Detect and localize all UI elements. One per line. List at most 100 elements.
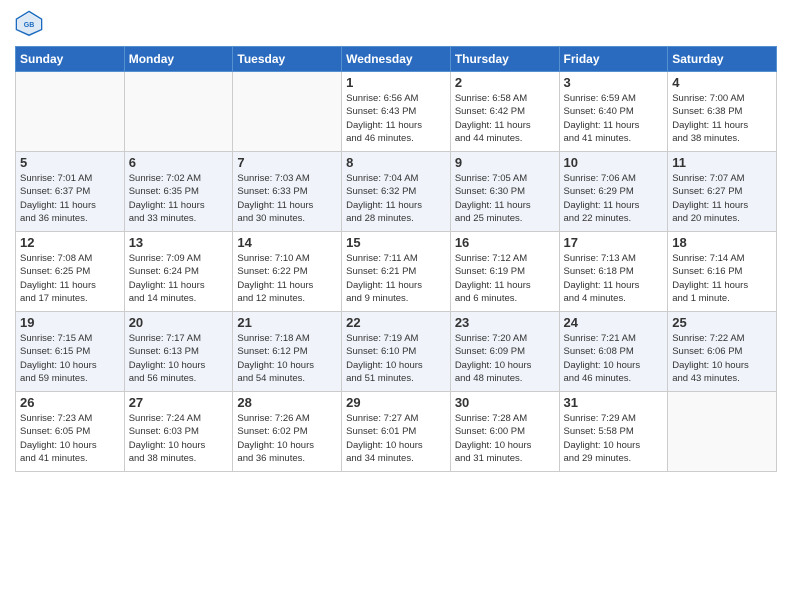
day-number: 21 <box>237 315 337 330</box>
weekday-header: Saturday <box>668 47 777 72</box>
day-number: 7 <box>237 155 337 170</box>
calendar-cell: 9Sunrise: 7:05 AM Sunset: 6:30 PM Daylig… <box>450 152 559 232</box>
day-info: Sunrise: 7:27 AM Sunset: 6:01 PM Dayligh… <box>346 412 446 465</box>
calendar-cell: 12 Sunrise: 7:08 AM Sunset: 6:25 PM Dayli… <box>16 232 125 312</box>
day-number: 18 <box>672 235 772 250</box>
calendar-cell: 29 Sunrise: 7:27 AM Sunset: 6:01 PM Dayli… <box>342 392 451 472</box>
day-info: Sunrise: 7:20 AM Sunset: 6:09 PM Dayligh… <box>455 332 555 385</box>
calendar-cell: 21 Sunrise: 7:18 AM Sunset: 6:12 PM Dayli… <box>233 312 342 392</box>
day-number: 19 <box>20 315 120 330</box>
weekday-header: Wednesday <box>342 47 451 72</box>
day-info: Sunrise: 7:03 AM Sunset: 6:33 PM Dayligh… <box>237 172 337 225</box>
calendar-cell: 8 Sunrise: 7:04 AM Sunset: 6:32 PM Daylig… <box>342 152 451 232</box>
calendar-cell: 22Sunrise: 7:19 AM Sunset: 6:10 PM Dayli… <box>342 312 451 392</box>
calendar-cell: 10Sunrise: 7:06 AM Sunset: 6:29 PM Dayli… <box>559 152 668 232</box>
day-number: 29 <box>346 395 446 410</box>
calendar-cell: 28 Sunrise: 7:26 AM Sunset: 6:02 PM Dayli… <box>233 392 342 472</box>
day-info: Sunrise: 7:11 AM Sunset: 6:21 PM Dayligh… <box>346 252 446 305</box>
calendar-cell: 31 Sunrise: 7:29 AM Sunset: 5:58 PM Dayli… <box>559 392 668 472</box>
calendar-cell: 20 Sunrise: 7:17 AM Sunset: 6:13 PM Dayli… <box>124 312 233 392</box>
calendar-table: SundayMondayTuesdayWednesdayThursdayFrid… <box>15 46 777 472</box>
day-info: Sunrise: 7:01 AM Sunset: 6:37 PM Dayligh… <box>20 172 120 225</box>
calendar-cell: 16 Sunrise: 7:12 AM Sunset: 6:19 PM Dayli… <box>450 232 559 312</box>
day-number: 15 <box>346 235 446 250</box>
day-info: Sunrise: 7:09 AM Sunset: 6:24 PM Dayligh… <box>129 252 229 305</box>
day-number: 6 <box>129 155 229 170</box>
weekday-header-row: SundayMondayTuesdayWednesdayThursdayFrid… <box>16 47 777 72</box>
calendar-cell <box>124 72 233 152</box>
calendar-cell: 14Sunrise: 7:10 AM Sunset: 6:22 PM Dayli… <box>233 232 342 312</box>
calendar-cell: 1 Sunrise: 6:56 AM Sunset: 6:43 PM Daylig… <box>342 72 451 152</box>
day-info: Sunrise: 7:23 AM Sunset: 6:05 PM Dayligh… <box>20 412 120 465</box>
day-info: Sunrise: 6:56 AM Sunset: 6:43 PM Dayligh… <box>346 92 446 145</box>
day-number: 5 <box>20 155 120 170</box>
calendar-cell: 30 Sunrise: 7:28 AM Sunset: 6:00 PM Dayli… <box>450 392 559 472</box>
day-info: Sunrise: 6:59 AM Sunset: 6:40 PM Dayligh… <box>564 92 664 145</box>
day-info: Sunrise: 7:24 AM Sunset: 6:03 PM Dayligh… <box>129 412 229 465</box>
calendar-cell: 4Sunrise: 7:00 AM Sunset: 6:38 PM Daylig… <box>668 72 777 152</box>
day-number: 17 <box>564 235 664 250</box>
day-info: Sunrise: 7:26 AM Sunset: 6:02 PM Dayligh… <box>237 412 337 465</box>
day-info: Sunrise: 7:22 AM Sunset: 6:06 PM Dayligh… <box>672 332 772 385</box>
calendar-cell: 2 Sunrise: 6:58 AM Sunset: 6:42 PM Daylig… <box>450 72 559 152</box>
day-info: Sunrise: 6:58 AM Sunset: 6:42 PM Dayligh… <box>455 92 555 145</box>
day-number: 3 <box>564 75 664 90</box>
day-number: 28 <box>237 395 337 410</box>
day-info: Sunrise: 7:14 AM Sunset: 6:16 PM Dayligh… <box>672 252 772 305</box>
day-info: Sunrise: 7:04 AM Sunset: 6:32 PM Dayligh… <box>346 172 446 225</box>
day-info: Sunrise: 7:07 AM Sunset: 6:27 PM Dayligh… <box>672 172 772 225</box>
day-info: Sunrise: 7:29 AM Sunset: 5:58 PM Dayligh… <box>564 412 664 465</box>
calendar-cell: 24 Sunrise: 7:21 AM Sunset: 6:08 PM Dayli… <box>559 312 668 392</box>
day-info: Sunrise: 7:13 AM Sunset: 6:18 PM Dayligh… <box>564 252 664 305</box>
day-number: 24 <box>564 315 664 330</box>
calendar-cell: 7 Sunrise: 7:03 AM Sunset: 6:33 PM Daylig… <box>233 152 342 232</box>
weekday-header: Sunday <box>16 47 125 72</box>
day-info: Sunrise: 7:15 AM Sunset: 6:15 PM Dayligh… <box>20 332 120 385</box>
calendar-cell: 26 Sunrise: 7:23 AM Sunset: 6:05 PM Dayli… <box>16 392 125 472</box>
calendar-row: 5 Sunrise: 7:01 AM Sunset: 6:37 PM Daylig… <box>16 152 777 232</box>
day-info: Sunrise: 7:08 AM Sunset: 6:25 PM Dayligh… <box>20 252 120 305</box>
day-info: Sunrise: 7:17 AM Sunset: 6:13 PM Dayligh… <box>129 332 229 385</box>
day-info: Sunrise: 7:12 AM Sunset: 6:19 PM Dayligh… <box>455 252 555 305</box>
calendar-cell: 25 Sunrise: 7:22 AM Sunset: 6:06 PM Dayli… <box>668 312 777 392</box>
calendar-cell: 15 Sunrise: 7:11 AM Sunset: 6:21 PM Dayli… <box>342 232 451 312</box>
day-info: Sunrise: 7:18 AM Sunset: 6:12 PM Dayligh… <box>237 332 337 385</box>
day-number: 14 <box>237 235 337 250</box>
weekday-header: Tuesday <box>233 47 342 72</box>
day-number: 13 <box>129 235 229 250</box>
day-number: 31 <box>564 395 664 410</box>
day-info: Sunrise: 7:02 AM Sunset: 6:35 PM Dayligh… <box>129 172 229 225</box>
day-number: 12 <box>20 235 120 250</box>
weekday-header: Monday <box>124 47 233 72</box>
day-info: Sunrise: 7:28 AM Sunset: 6:00 PM Dayligh… <box>455 412 555 465</box>
day-number: 16 <box>455 235 555 250</box>
day-info: Sunrise: 7:06 AM Sunset: 6:29 PM Dayligh… <box>564 172 664 225</box>
day-number: 30 <box>455 395 555 410</box>
logo-icon: GB <box>15 10 43 38</box>
calendar-cell: 23 Sunrise: 7:20 AM Sunset: 6:09 PM Dayli… <box>450 312 559 392</box>
calendar-cell: 6 Sunrise: 7:02 AM Sunset: 6:35 PM Daylig… <box>124 152 233 232</box>
calendar-row: 1 Sunrise: 6:56 AM Sunset: 6:43 PM Daylig… <box>16 72 777 152</box>
day-number: 8 <box>346 155 446 170</box>
calendar-row: 26 Sunrise: 7:23 AM Sunset: 6:05 PM Dayli… <box>16 392 777 472</box>
svg-text:GB: GB <box>24 22 35 29</box>
calendar-cell: 27 Sunrise: 7:24 AM Sunset: 6:03 PM Dayli… <box>124 392 233 472</box>
day-number: 11 <box>672 155 772 170</box>
day-number: 26 <box>20 395 120 410</box>
day-number: 1 <box>346 75 446 90</box>
day-number: 20 <box>129 315 229 330</box>
day-number: 2 <box>455 75 555 90</box>
calendar-cell: 19 Sunrise: 7:15 AM Sunset: 6:15 PM Dayli… <box>16 312 125 392</box>
calendar-row: 19 Sunrise: 7:15 AM Sunset: 6:15 PM Dayli… <box>16 312 777 392</box>
calendar-cell: 3 Sunrise: 6:59 AM Sunset: 6:40 PM Daylig… <box>559 72 668 152</box>
day-info: Sunrise: 7:05 AM Sunset: 6:30 PM Dayligh… <box>455 172 555 225</box>
weekday-header: Friday <box>559 47 668 72</box>
calendar-cell: 5 Sunrise: 7:01 AM Sunset: 6:37 PM Daylig… <box>16 152 125 232</box>
calendar-cell <box>233 72 342 152</box>
day-number: 27 <box>129 395 229 410</box>
day-number: 25 <box>672 315 772 330</box>
day-number: 23 <box>455 315 555 330</box>
calendar-cell: 18 Sunrise: 7:14 AM Sunset: 6:16 PM Dayli… <box>668 232 777 312</box>
page-header: GB <box>15 10 777 38</box>
day-info: Sunrise: 7:21 AM Sunset: 6:08 PM Dayligh… <box>564 332 664 385</box>
